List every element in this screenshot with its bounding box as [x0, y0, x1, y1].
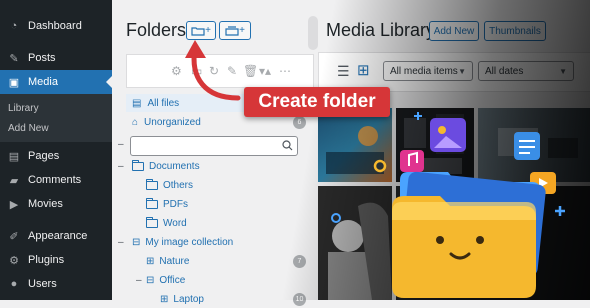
create-folder-callout: Create folder [244, 87, 390, 117]
document-card-icon [514, 132, 540, 160]
music-note-icon [400, 150, 424, 172]
picture-card-icon [430, 118, 466, 152]
promo-graphics [185, 40, 565, 298]
arrow-head-icon [185, 40, 206, 58]
plus-accent-icon [414, 112, 422, 120]
folder-mascot-icon [392, 171, 546, 298]
circle-accent-icon [331, 213, 341, 223]
circle-accent-icon [373, 159, 387, 173]
plus-accent-icon [555, 206, 565, 216]
